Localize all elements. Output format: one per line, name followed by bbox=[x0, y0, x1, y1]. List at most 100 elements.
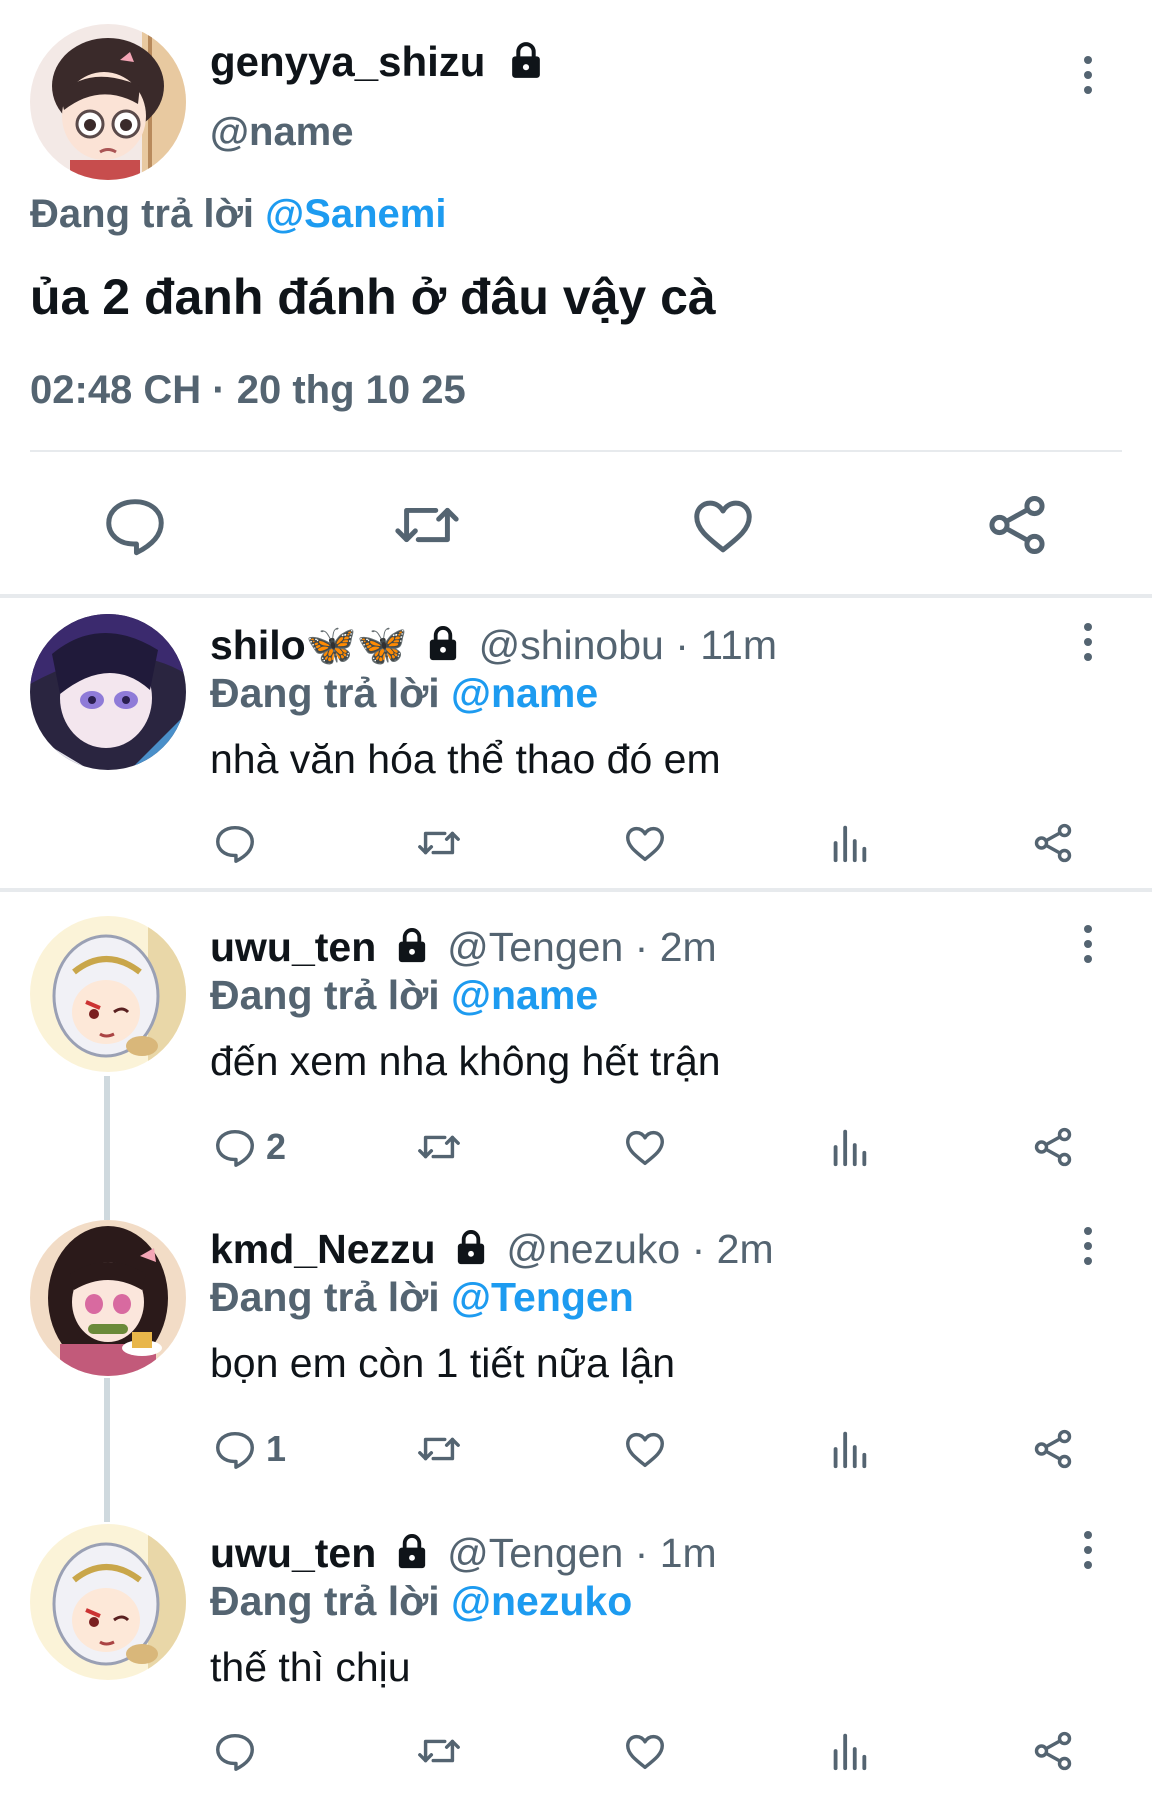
more-options-icon[interactable] bbox=[1068, 45, 1108, 105]
analytics-icon bbox=[833, 1129, 867, 1167]
replying-to-line: Đang trả lời @Sanemi bbox=[30, 192, 446, 237]
like-icon bbox=[626, 826, 664, 862]
like-icon[interactable] bbox=[688, 490, 758, 560]
like-icon bbox=[626, 1432, 664, 1468]
reply-text: đến xem nha không hết trận bbox=[210, 1038, 721, 1084]
reply-icon bbox=[216, 1733, 254, 1771]
retweet-button[interactable] bbox=[416, 1122, 462, 1172]
main-handle[interactable]: @name bbox=[210, 110, 354, 155]
replying-to-line: Đang trả lời @Tengen bbox=[210, 1274, 634, 1321]
replying-to-link[interactable]: @nezuko bbox=[451, 1578, 632, 1624]
share-button[interactable] bbox=[1030, 1424, 1076, 1474]
avatar-kmd-nezzu[interactable] bbox=[30, 1220, 186, 1376]
retweet-icon bbox=[418, 1739, 460, 1763]
like-button[interactable] bbox=[622, 1726, 668, 1776]
replying-to-link[interactable]: @name bbox=[451, 972, 598, 1018]
replying-prefix: Đang trả lời bbox=[210, 972, 440, 1018]
section-divider bbox=[0, 888, 1152, 892]
reply-count: 2 bbox=[266, 1126, 287, 1167]
lock-icon bbox=[457, 1230, 485, 1265]
retweet-icon bbox=[418, 831, 460, 855]
replying-to-line: Đang trả lời @name bbox=[210, 670, 598, 717]
views-button[interactable] bbox=[826, 818, 872, 868]
reply-display-name[interactable]: kmd_Nezzu bbox=[210, 1226, 436, 1272]
replying-to-line: Đang trả lời @nezuko bbox=[210, 1578, 632, 1625]
reply-icon bbox=[216, 1431, 254, 1469]
lock-icon bbox=[430, 626, 457, 661]
divider bbox=[30, 450, 1122, 452]
reply-button[interactable] bbox=[212, 1726, 266, 1776]
reply-button[interactable]: 1 bbox=[212, 1424, 286, 1474]
more-options-icon[interactable] bbox=[1068, 1216, 1108, 1276]
reply-button[interactable]: 2 bbox=[212, 1122, 286, 1172]
reply-text: nhà văn hóa thể thao đó em bbox=[210, 736, 721, 782]
main-display-name[interactable]: genyya_shizu bbox=[210, 38, 545, 86]
replying-to-line: Đang trả lời @name bbox=[210, 972, 598, 1019]
retweet-icon bbox=[418, 1135, 460, 1159]
share-button[interactable] bbox=[1030, 1122, 1076, 1172]
share-icon[interactable] bbox=[982, 490, 1052, 560]
replying-to-link[interactable]: @Tengen bbox=[451, 1274, 634, 1320]
views-button[interactable] bbox=[826, 1726, 872, 1776]
reply-button[interactable] bbox=[212, 818, 266, 868]
retweet-icon[interactable] bbox=[392, 490, 462, 560]
reply-text: bọn em còn 1 tiết nữa lận bbox=[210, 1340, 676, 1386]
more-options-icon[interactable] bbox=[1068, 1520, 1108, 1580]
views-button[interactable] bbox=[826, 1122, 872, 1172]
reply-display-name[interactable]: uwu_ten bbox=[210, 1530, 376, 1576]
retweet-button[interactable] bbox=[416, 1726, 462, 1776]
like-button[interactable] bbox=[622, 1122, 668, 1172]
more-options-icon[interactable] bbox=[1068, 914, 1108, 974]
tweet-timestamp[interactable]: 02:48 CH · 20 thg 10 25 bbox=[30, 368, 466, 413]
avatar-genyya[interactable] bbox=[30, 24, 186, 180]
reply-handle[interactable]: @shinobu bbox=[479, 622, 664, 668]
reply-icon bbox=[216, 1129, 254, 1167]
replying-to-link[interactable]: @Sanemi bbox=[265, 192, 446, 236]
reply-time[interactable]: · 2m bbox=[692, 1226, 774, 1272]
tweet-text: ủa 2 đanh đánh ở đâu vậy cà bbox=[30, 269, 716, 325]
lock-icon bbox=[398, 928, 425, 963]
avatar-uwu-ten[interactable] bbox=[30, 1524, 186, 1680]
reply-handle[interactable]: @Tengen bbox=[447, 924, 623, 970]
avatar-shilo[interactable] bbox=[30, 614, 186, 770]
reply-icon[interactable] bbox=[100, 490, 170, 560]
share-icon bbox=[1034, 1731, 1072, 1771]
reply-display-name[interactable]: uwu_ten bbox=[210, 924, 376, 970]
like-button[interactable] bbox=[622, 1424, 668, 1474]
reply-header: kmd_Nezzu @nezuko · 2m bbox=[210, 1224, 774, 1274]
reply-header: shilo🦋🦋 @shinobu · 11m bbox=[210, 620, 777, 670]
avatar-uwu-ten[interactable] bbox=[30, 916, 186, 1072]
share-icon bbox=[1034, 1127, 1072, 1167]
more-options-icon[interactable] bbox=[1068, 612, 1108, 672]
retweet-button[interactable] bbox=[416, 818, 462, 868]
reply-handle[interactable]: @Tengen bbox=[447, 1530, 623, 1576]
lock-icon bbox=[398, 1534, 425, 1569]
reply-handle[interactable]: @nezuko bbox=[506, 1226, 680, 1272]
replying-prefix: Đang trả lời bbox=[210, 1274, 440, 1320]
reply-count: 1 bbox=[266, 1428, 287, 1469]
reply-header: uwu_ten @Tengen · 2m bbox=[210, 922, 717, 972]
replying-prefix: Đang trả lời bbox=[30, 192, 255, 236]
replying-to-link[interactable]: @name bbox=[451, 670, 598, 716]
share-button[interactable] bbox=[1030, 818, 1076, 868]
like-button[interactable] bbox=[622, 818, 668, 868]
analytics-icon bbox=[833, 1431, 867, 1469]
like-icon bbox=[626, 1734, 664, 1770]
thread-line bbox=[104, 1378, 110, 1522]
reply-header: uwu_ten @Tengen · 1m bbox=[210, 1528, 717, 1578]
like-icon bbox=[626, 1130, 664, 1166]
reply-time[interactable]: · 1m bbox=[635, 1530, 717, 1576]
replying-prefix: Đang trả lời bbox=[210, 670, 440, 716]
share-button[interactable] bbox=[1030, 1726, 1076, 1776]
reply-display-name[interactable]: shilo🦋🦋 bbox=[210, 622, 408, 668]
reply-text: thế thì chịu bbox=[210, 1644, 411, 1690]
reply-time[interactable]: · 11m bbox=[675, 622, 777, 668]
retweet-button[interactable] bbox=[416, 1424, 462, 1474]
reply-time[interactable]: · 2m bbox=[635, 924, 717, 970]
views-button[interactable] bbox=[826, 1424, 872, 1474]
lock-icon bbox=[512, 42, 540, 78]
replying-prefix: Đang trả lời bbox=[210, 1578, 440, 1624]
retweet-icon bbox=[418, 1437, 460, 1461]
share-icon bbox=[1034, 823, 1072, 863]
main-display-name-text[interactable]: genyya_shizu bbox=[210, 38, 485, 85]
